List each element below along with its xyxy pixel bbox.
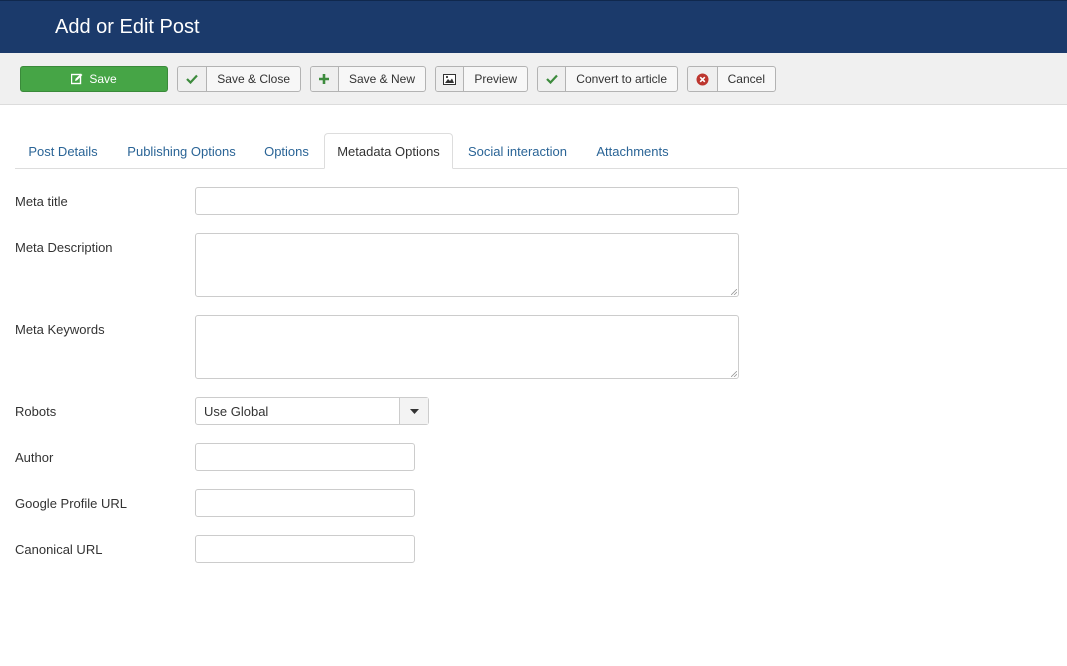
toolbar: Save Save & Close Save & New Preview Con… — [0, 53, 1067, 105]
tab-publishing-options[interactable]: Publishing Options — [113, 133, 250, 169]
tab-label: Metadata Options — [337, 143, 440, 159]
save-button-label: Save — [89, 72, 117, 86]
tab-label: Publishing Options — [127, 143, 236, 159]
image-icon — [436, 67, 465, 91]
check-icon — [538, 67, 567, 91]
robots-label: Robots — [15, 404, 57, 419]
author-input[interactable] — [195, 443, 415, 471]
save-close-button[interactable]: Save & Close — [177, 66, 301, 92]
google-profile-url-input[interactable] — [195, 489, 415, 517]
page-header: Add or Edit Post — [0, 0, 1067, 53]
cancel-button[interactable]: Cancel — [687, 66, 776, 92]
tab-label: Post Details — [28, 143, 98, 159]
resize-handle-icon[interactable] — [731, 289, 737, 295]
tab-post-details[interactable]: Post Details — [15, 133, 111, 169]
cancel-circle-icon — [688, 67, 718, 91]
save-new-label: Save & New — [348, 72, 415, 86]
tab-bar: Post Details Publishing Options Options … — [15, 133, 1067, 169]
preview-button[interactable]: Preview — [435, 66, 528, 92]
save-new-button[interactable]: Save & New — [310, 66, 426, 92]
tab-social-interaction[interactable]: Social interaction — [455, 133, 580, 169]
tab-label: Social interaction — [468, 143, 567, 159]
save-button[interactable]: Save — [20, 66, 168, 92]
tab-attachments[interactable]: Attachments — [582, 133, 683, 169]
robots-select[interactable]: Use Global — [195, 397, 429, 425]
check-icon — [178, 67, 208, 91]
tab-label: Options — [264, 143, 309, 159]
tab-options[interactable]: Options — [252, 133, 321, 169]
meta-title-label: Meta title — [15, 194, 68, 209]
canonical-url-label: Canonical URL — [15, 542, 103, 557]
meta-title-input[interactable] — [195, 187, 739, 215]
preview-label: Preview — [474, 72, 517, 86]
tab-metadata-options[interactable]: Metadata Options — [324, 133, 453, 169]
plus-icon — [311, 67, 339, 91]
meta-description-label: Meta Description — [15, 240, 113, 255]
resize-handle-icon[interactable] — [731, 371, 737, 377]
meta-keywords-textarea[interactable] — [195, 315, 739, 379]
save-close-label: Save & Close — [217, 72, 290, 86]
canonical-url-input[interactable] — [195, 535, 415, 563]
robots-selected-value: Use Global — [204, 403, 269, 419]
convert-to-article-button[interactable]: Convert to article — [537, 66, 678, 92]
cancel-label: Cancel — [727, 72, 765, 86]
convert-label: Convert to article — [576, 72, 667, 86]
meta-keywords-label: Meta Keywords — [15, 322, 105, 337]
meta-description-textarea[interactable] — [195, 233, 739, 297]
google-profile-url-label: Google Profile URL — [15, 496, 127, 511]
tab-label: Attachments — [596, 143, 669, 159]
page-title: Add or Edit Post — [55, 16, 200, 38]
chevron-down-icon[interactable] — [399, 398, 428, 424]
author-label: Author — [15, 450, 54, 465]
pencil-icon — [71, 73, 83, 85]
